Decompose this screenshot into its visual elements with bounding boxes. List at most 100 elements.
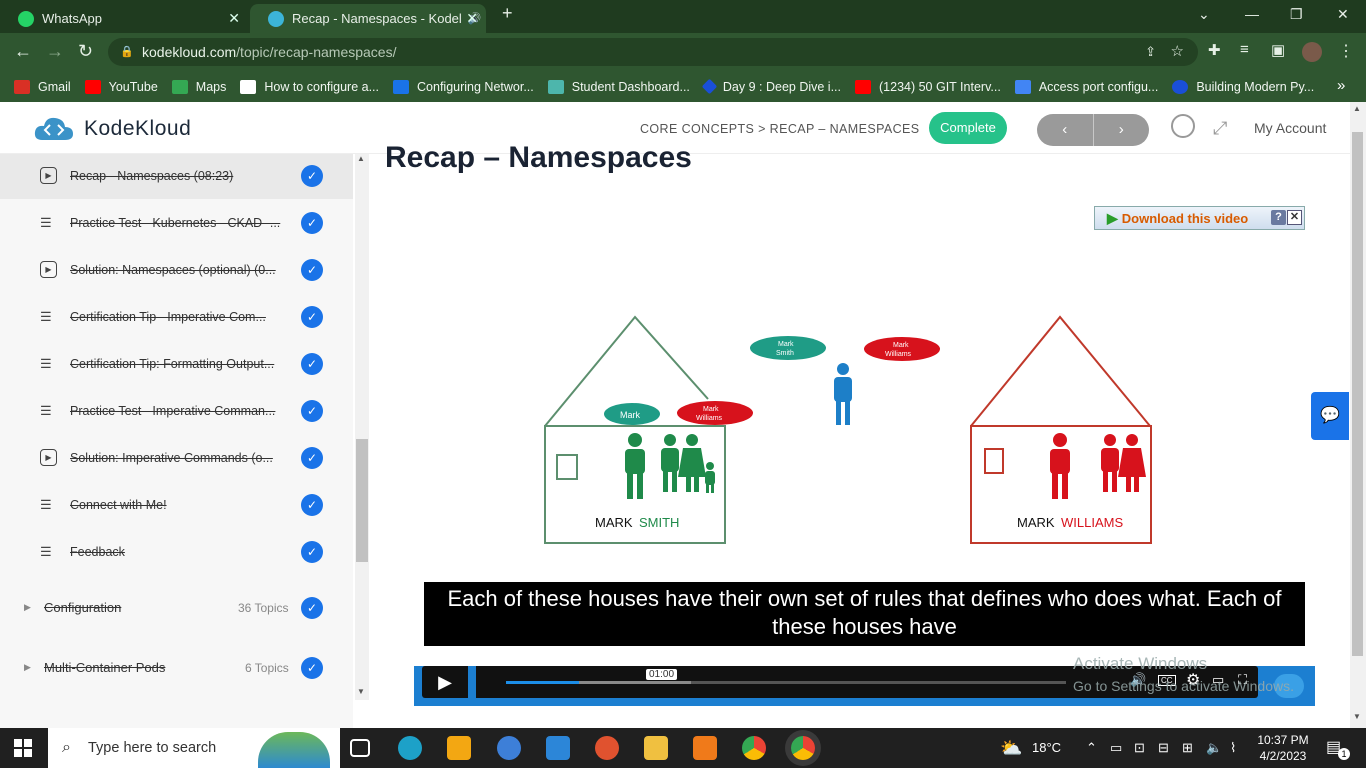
chrome-icon[interactable] <box>742 736 766 760</box>
lesson-item[interactable]: ☰ Practice Test - Kubernetes - CKAD -...… <box>0 199 353 246</box>
bookmark-youtube[interactable]: YouTube <box>84 79 158 94</box>
c-icon <box>1172 79 1189 94</box>
bookmark-student-dashboard[interactable]: Student Dashboard... <box>547 79 690 94</box>
bookmark-access-port[interactable]: Access port configu... <box>1014 79 1158 94</box>
share-icon[interactable]: ⇪ <box>1145 38 1156 66</box>
lesson-item[interactable]: ☰ Certification Tip: Formatting Output..… <box>0 340 353 387</box>
minimize-icon[interactable]: — <box>1245 6 1259 22</box>
forward-icon[interactable]: → <box>46 41 64 62</box>
sidebar-scroll-thumb[interactable] <box>356 439 368 562</box>
bookmark-configuring-network[interactable]: Configuring Networ... <box>393 79 534 94</box>
scroll-down-icon[interactable]: ▼ <box>357 687 365 696</box>
lesson-content: Recap – Namespaces ▶ Download this video… <box>370 141 1350 728</box>
extensions-icon[interactable]: ✚ <box>1208 41 1221 59</box>
complete-button[interactable]: Complete <box>929 112 1007 144</box>
chat-widget-button[interactable]: 💬 <box>1311 392 1349 440</box>
weather-temp[interactable]: 18°C <box>1032 728 1061 768</box>
tab-search-icon[interactable]: ⌄ <box>1198 6 1210 23</box>
page-scrollbar[interactable]: ▲ ▼ <box>1350 102 1366 728</box>
store-icon[interactable] <box>447 736 471 760</box>
mail-icon[interactable] <box>546 736 570 760</box>
kodekloud-logo[interactable]: KodeKloud <box>34 114 191 144</box>
close-tab-icon[interactable]: ✕ <box>228 10 240 27</box>
reload-icon[interactable]: ↻ <box>78 41 93 62</box>
wifi-icon[interactable]: ⌇ <box>1230 728 1236 768</box>
app-icon-orange[interactable] <box>595 736 619 760</box>
download-video-button[interactable]: ▶ Download this video ? ✕ <box>1094 206 1305 230</box>
side-panel-icon[interactable]: ▣ <box>1271 41 1285 59</box>
network-icon[interactable]: ⊡ <box>1134 728 1145 768</box>
chrome-menu-icon[interactable]: ⋮ <box>1338 41 1354 61</box>
bookmark-star-icon[interactable]: ☆ <box>1171 38 1184 66</box>
edge-icon[interactable] <box>398 736 422 760</box>
topic-count: 36 Topics <box>238 600 289 615</box>
youtube-icon <box>84 79 101 94</box>
help-icon[interactable]: ? <box>1271 210 1286 225</box>
chrome-active-icon[interactable] <box>791 736 815 760</box>
display-icon[interactable]: ⊞ <box>1182 728 1193 768</box>
section-multi-container-pods[interactable]: ▶ Multi-Container Pods 6 Topics ✓ <box>0 644 353 691</box>
new-tab-button[interactable]: + <box>502 3 513 24</box>
page-scroll-down-icon[interactable]: ▼ <box>1353 712 1361 721</box>
sidebar-scrollbar[interactable]: ▲ ▼ <box>355 154 369 700</box>
file-explorer-icon[interactable] <box>644 736 668 760</box>
taskbar-clock[interactable]: 10:37 PM 4/2/2023 <box>1256 732 1310 764</box>
lesson-item[interactable]: ☰ Practice Test - Imperative Comman... ✓ <box>0 387 353 434</box>
bookmark-day9[interactable]: Day 9 : Deep Dive i... <box>701 78 841 95</box>
battery-icon[interactable]: ▭ <box>1110 728 1122 768</box>
lesson-item[interactable]: ▶ Solution: Imperative Commands (o... ✓ <box>0 434 353 481</box>
tab-kodekloud[interactable]: Recap - Namespaces - Kodel 🔊 ✕ <box>250 4 486 33</box>
bookmark-gmail[interactable]: Gmail <box>14 79 71 94</box>
taskbar-search[interactable]: ⌕ Type here to search <box>48 728 340 768</box>
lesson-item[interactable]: ☰ Feedback ✓ <box>0 528 353 575</box>
windows-start-icon[interactable] <box>14 739 32 757</box>
my-account-link[interactable]: My Account <box>1254 120 1326 136</box>
window-close-icon[interactable]: ✕ <box>1337 6 1349 23</box>
fullscreen-icon[interactable]: ⤢ <box>1213 118 1227 139</box>
bookmark-how-to-configure[interactable]: How to configure a... <box>240 79 379 94</box>
play-button[interactable]: ▶ <box>422 666 476 698</box>
device-icon[interactable]: ⊟ <box>1158 728 1169 768</box>
next-lesson-button[interactable]: › <box>1094 114 1150 146</box>
task-view-icon[interactable] <box>350 739 370 757</box>
media-controls-icon[interactable]: ≡ <box>1240 41 1249 58</box>
notifications-icon[interactable]: ▤ <box>1326 728 1341 768</box>
lesson-item[interactable]: ▶ Recap - Namespaces (08:23) ✓ <box>0 154 353 199</box>
url-field[interactable]: 🔒 kodekloud.com/topic/recap-namespaces/ … <box>108 38 1198 66</box>
app-icon-blue[interactable] <box>497 736 521 760</box>
bubble-mw2-line1: Mark <box>893 342 909 349</box>
weather-icon[interactable]: ⛅ <box>1000 728 1022 768</box>
speaker-tray-icon[interactable]: 🔈 <box>1206 728 1222 768</box>
page-scroll-thumb[interactable] <box>1352 132 1363 656</box>
expand-icon[interactable]: ▶ <box>24 662 31 673</box>
bookmark-git-interview[interactable]: (1234) 50 GIT Interv... <box>855 79 1001 94</box>
dark-mode-icon[interactable] <box>1171 114 1195 138</box>
tab-whatsapp[interactable]: WhatsApp ✕ <box>0 4 248 33</box>
dismiss-icon[interactable]: ✕ <box>1287 210 1302 225</box>
bubble-mw-line2: Williams <box>696 415 723 422</box>
back-icon[interactable]: ← <box>14 41 32 62</box>
lesson-item[interactable]: ▶ Solution: Namespaces (optional) (0... … <box>0 246 353 293</box>
tray-expand-icon[interactable]: ⌃ <box>1086 728 1097 768</box>
breadcrumb[interactable]: CORE CONCEPTS > RECAP – NAMESPACES <box>640 122 920 136</box>
restore-icon[interactable]: ❐ <box>1290 6 1303 23</box>
cloud-icon <box>547 79 564 94</box>
lesson-item[interactable]: ☰ Connect with Me! ✓ <box>0 481 353 528</box>
bookmark-building-modern[interactable]: Building Modern Py... <box>1172 79 1314 94</box>
scroll-up-icon[interactable]: ▲ <box>357 154 365 163</box>
lesson-item[interactable]: ☰ Certification Tip - Imperative Com... … <box>0 293 353 340</box>
app-icon-gear[interactable] <box>693 736 717 760</box>
browser-tab-strip: WhatsApp ✕ Recap - Namespaces - Kodel 🔊 … <box>0 0 1366 33</box>
close-tab-icon[interactable]: ✕ <box>466 10 478 27</box>
page-scroll-up-icon[interactable]: ▲ <box>1353 104 1361 113</box>
play-green-icon: ▶ <box>1107 209 1118 226</box>
more-bookmarks-icon[interactable]: » <box>1337 77 1345 94</box>
profile-avatar[interactable] <box>1302 42 1322 62</box>
bookmark-maps[interactable]: Maps <box>171 79 226 94</box>
seek-bar[interactable]: 01:00 <box>506 669 1066 684</box>
completed-check-icon: ✓ <box>301 399 323 422</box>
expand-icon[interactable]: ▶ <box>24 602 31 613</box>
previous-lesson-button[interactable]: ‹ <box>1037 114 1094 146</box>
completed-check-icon: ✓ <box>301 446 323 469</box>
section-configuration[interactable]: ▶ Configuration 36 Topics ✓ <box>0 584 353 631</box>
